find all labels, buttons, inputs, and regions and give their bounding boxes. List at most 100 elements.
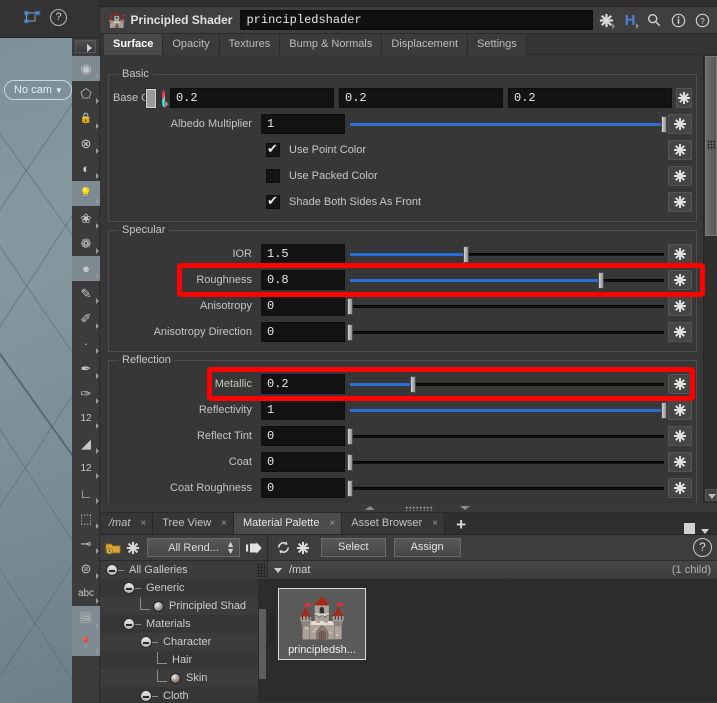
param-value-input[interactable] — [261, 296, 345, 316]
param-slider[interactable] — [350, 244, 664, 264]
gallery-scrollbar-thumb[interactable] — [259, 609, 266, 679]
param-slider[interactable] — [350, 296, 664, 316]
tab-settings[interactable]: Settings — [468, 34, 527, 55]
param-slider[interactable] — [350, 114, 664, 134]
bottom-tab--mat[interactable]: /mat× — [100, 512, 153, 534]
node-graph-icon[interactable]: ⊸ — [72, 531, 100, 556]
tool-column-expand-button[interactable] — [75, 40, 96, 53]
lock-icon[interactable]: 🔒 — [72, 106, 100, 131]
slider-knob[interactable] — [347, 454, 353, 471]
refresh-icon[interactable] — [273, 538, 293, 558]
measure-12-icon[interactable]: 12 — [72, 406, 100, 431]
close-icon[interactable]: × — [221, 518, 227, 529]
sphere-shading-icon[interactable]: ◐ — [72, 156, 100, 181]
collapse-toggle-icon[interactable] — [140, 636, 152, 648]
param-value-input[interactable] — [261, 114, 345, 134]
bottom-tab-asset-browser[interactable]: Asset Browser× — [342, 512, 445, 534]
param-gear-icon[interactable] — [676, 88, 692, 108]
param-gear-icon[interactable] — [668, 140, 692, 160]
close-icon[interactable]: × — [140, 518, 146, 529]
param-value-input[interactable] — [261, 374, 345, 394]
select-button[interactable]: Select — [321, 538, 386, 557]
splitter-up-arrow-icon[interactable] — [365, 506, 375, 510]
slider-knob[interactable] — [463, 246, 469, 263]
param-value-input[interactable] — [261, 322, 345, 342]
point-dot-icon[interactable]: · — [72, 331, 100, 356]
color-channel-input-1[interactable] — [339, 88, 503, 108]
param-gear-icon[interactable] — [668, 478, 692, 498]
note-icon[interactable]: ⊜ — [72, 556, 100, 581]
viewport-tool-column[interactable]: ◉⬠🔒⊗◐💡❀❁●✎✐·✒✑12◢12∟⬚⊸⊜abc🖼📍 — [72, 0, 100, 703]
node-name-input[interactable] — [240, 10, 593, 30]
collapse-toggle-icon[interactable] — [106, 564, 118, 576]
eyedropper-icon[interactable]: ✑ — [72, 381, 100, 406]
close-icon[interactable]: × — [432, 518, 438, 529]
tab-surface[interactable]: Surface — [104, 34, 163, 55]
scroll-down-button[interactable] — [705, 489, 717, 501]
no-light-icon[interactable]: ⊗ — [72, 131, 100, 156]
color-channel-input-2[interactable] — [508, 88, 672, 108]
tab-opacity[interactable]: Opacity — [163, 34, 219, 55]
tree-item-cloth[interactable]: Cloth — [100, 687, 267, 702]
param-gear-icon[interactable] — [668, 426, 692, 446]
slider-knob[interactable] — [410, 376, 416, 393]
browser-path-bar[interactable]: /mat (1 child) — [268, 561, 717, 580]
param-slider[interactable] — [350, 478, 664, 498]
gallery-tree[interactable]: All GalleriesGenericPrincipled ShadMater… — [100, 561, 267, 702]
param-gear-icon[interactable] — [668, 322, 692, 342]
param-value-input[interactable] — [261, 426, 345, 446]
param-value-input[interactable] — [261, 452, 345, 472]
light-bulb-icon[interactable]: 💡 — [72, 181, 100, 206]
param-slider[interactable] — [350, 270, 664, 290]
param-value-input[interactable] — [261, 400, 345, 420]
angle-icon[interactable]: ∟ — [72, 481, 100, 506]
viewport-canvas[interactable]: No cam▼ — [0, 38, 72, 703]
param-value-input[interactable] — [261, 244, 345, 264]
slider-knob[interactable] — [347, 428, 353, 445]
tab-displacement[interactable]: Displacement — [382, 34, 468, 55]
bottom-tab-material-palette[interactable]: Material Palette× — [234, 512, 342, 534]
help-icon[interactable]: ? — [691, 9, 713, 31]
scrollbar-grip[interactable] — [707, 140, 715, 150]
param-gear-icon[interactable] — [668, 270, 692, 290]
parameter-tab-bar[interactable]: SurfaceOpacityTexturesBump & NormalsDisp… — [100, 34, 717, 55]
param-value-input[interactable] — [261, 478, 345, 498]
eye-visibility-icon[interactable]: ◉ — [72, 56, 100, 81]
param-slider[interactable] — [350, 426, 664, 446]
gear-icon[interactable] — [595, 9, 617, 31]
param-slider[interactable] — [350, 374, 664, 394]
text-abc-icon[interactable]: abc — [72, 581, 100, 606]
param-slider[interactable] — [350, 452, 664, 472]
param-gear-icon[interactable] — [668, 400, 692, 420]
gear-icon[interactable] — [293, 538, 313, 558]
param-gear-icon[interactable] — [668, 296, 692, 316]
gallery-resize-grip[interactable] — [257, 563, 266, 577]
asset-tile[interactable]: 🏰principledsh... — [278, 588, 366, 660]
chevron-down-icon[interactable] — [274, 568, 282, 573]
light-point-icon[interactable]: ❀ — [72, 206, 100, 231]
maximize-pane-icon[interactable] — [684, 523, 695, 534]
camera-handle-icon[interactable]: ✐ — [72, 306, 100, 331]
param-slider[interactable] — [350, 322, 664, 342]
help-icon[interactable]: ? — [693, 538, 712, 557]
param-gear-icon[interactable] — [668, 374, 692, 394]
param-gear-icon[interactable] — [668, 166, 692, 186]
pane-menu-chevron-icon[interactable] — [701, 529, 709, 534]
image-plane-icon[interactable]: 🖼 — [72, 606, 100, 631]
renderer-filter-select[interactable]: All Rend... ▲▼ — [147, 538, 240, 557]
material-preview-icon[interactable]: ● — [72, 256, 100, 281]
checkbox-use-packed-color[interactable] — [266, 169, 280, 183]
splitter-down-arrow-icon[interactable] — [460, 506, 470, 510]
tree-item-skin[interactable]: Skin — [100, 669, 267, 687]
gear-icon[interactable] — [123, 538, 143, 558]
bottom-tab-bar[interactable]: /mat×Tree View×Material Palette×Asset Br… — [100, 513, 717, 535]
info-icon[interactable] — [667, 9, 689, 31]
param-gear-icon[interactable] — [668, 192, 692, 212]
paint-bucket-icon[interactable]: ◢ — [72, 431, 100, 456]
parameter-scrollbar[interactable] — [703, 55, 717, 503]
new-folder-icon[interactable] — [103, 538, 123, 558]
add-tab-button[interactable]: + — [445, 516, 477, 534]
slider-knob[interactable] — [347, 480, 353, 497]
tab-bump-normals[interactable]: Bump & Normals — [280, 34, 382, 55]
slider-knob[interactable] — [347, 298, 353, 315]
